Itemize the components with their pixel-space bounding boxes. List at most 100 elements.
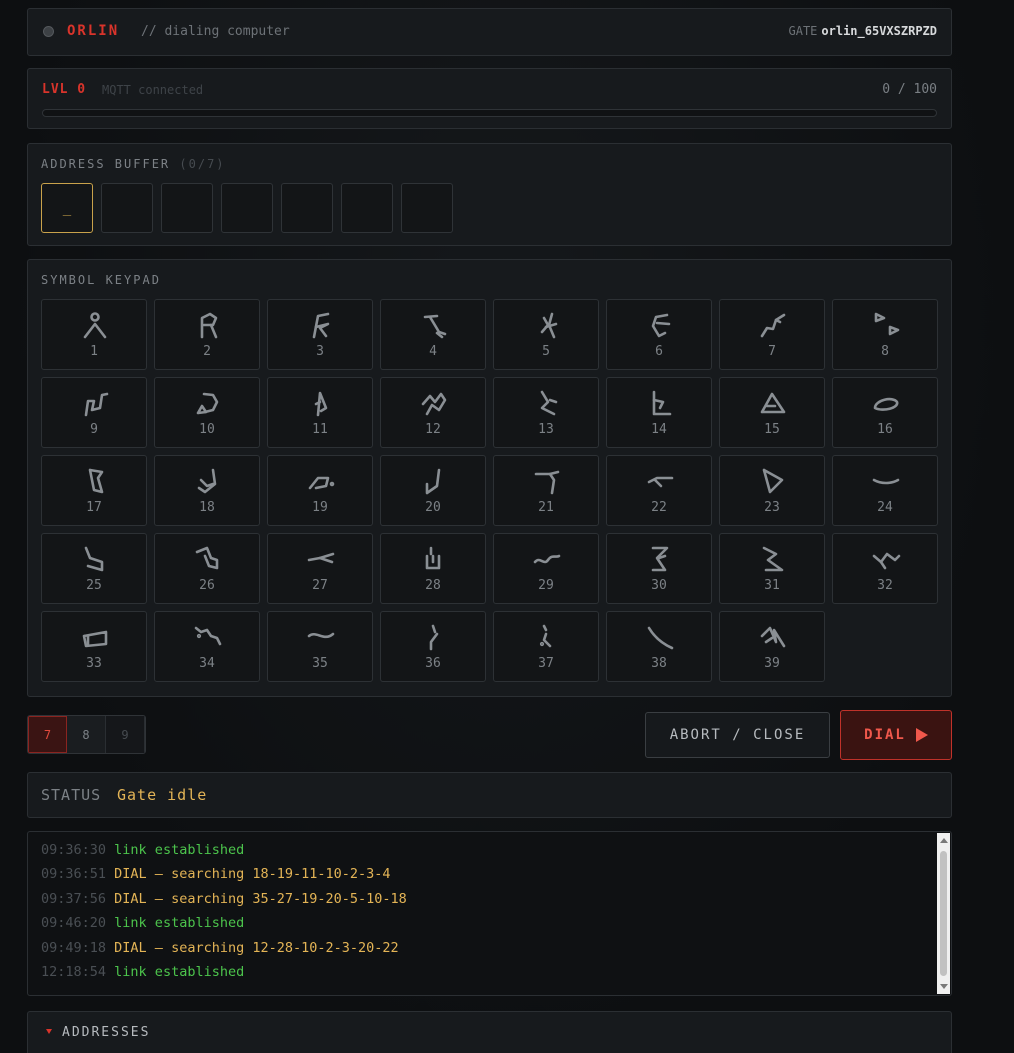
glyph-22-icon <box>647 476 674 488</box>
symbol-key-26[interactable]: 26 <box>154 533 260 604</box>
symbol-key-number: 4 <box>429 344 437 359</box>
level-label: LVL 0 <box>42 82 87 97</box>
glyph-12-icon <box>421 392 447 416</box>
address-slot[interactable]: _ <box>41 183 93 233</box>
symbol-key-1[interactable]: 1 <box>41 299 147 370</box>
status-value: Gate idle <box>117 786 208 804</box>
symbol-key-number: 17 <box>86 500 102 515</box>
glyph-17-icon <box>88 468 104 494</box>
keypad-title: SYMBOL KEYPAD <box>41 273 161 287</box>
symbol-key-17[interactable]: 17 <box>41 455 147 526</box>
symbol-key-7[interactable]: 7 <box>719 299 825 370</box>
scroll-up-icon[interactable] <box>940 838 948 843</box>
progress-text: 0 / 100 <box>882 82 937 97</box>
symbol-key-13[interactable]: 13 <box>493 377 599 448</box>
symbol-key-number: 19 <box>312 500 328 515</box>
symbol-key-5[interactable]: 5 <box>493 299 599 370</box>
symbol-key-38[interactable]: 38 <box>606 611 712 682</box>
symbol-key-22[interactable]: 22 <box>606 455 712 526</box>
addresses-section[interactable]: ADDRESSES <box>27 1011 952 1053</box>
symbol-key-36[interactable]: 36 <box>380 611 486 682</box>
symbol-key-8[interactable]: 8 <box>832 299 938 370</box>
scroll-thumb[interactable] <box>940 851 947 976</box>
glyph-38-icon <box>647 626 674 650</box>
symbol-key-32[interactable]: 32 <box>832 533 938 604</box>
abort-close-button[interactable]: ABORT / CLOSE <box>645 712 830 758</box>
symbol-key-37[interactable]: 37 <box>493 611 599 682</box>
glyph-24-icon <box>872 478 900 485</box>
symbol-key-27[interactable]: 27 <box>267 533 373 604</box>
symbol-key-29[interactable]: 29 <box>493 533 599 604</box>
address-slot[interactable] <box>161 183 213 233</box>
log-message: link established <box>114 842 245 858</box>
symbol-key-number: 32 <box>877 578 893 593</box>
symbol-key-6[interactable]: 6 <box>606 299 712 370</box>
symbol-key-16[interactable]: 16 <box>832 377 938 448</box>
symbol-key-12[interactable]: 12 <box>380 377 486 448</box>
symbol-key-23[interactable]: 23 <box>719 455 825 526</box>
address-slot[interactable] <box>101 183 153 233</box>
symbol-key-20[interactable]: 20 <box>380 455 486 526</box>
dial-button[interactable]: DIAL <box>840 710 952 760</box>
symbol-key-number: 37 <box>538 656 554 671</box>
symbol-key-number: 27 <box>312 578 328 593</box>
symbol-key-28[interactable]: 28 <box>380 533 486 604</box>
glyph-1-icon <box>83 312 107 339</box>
glyph-3-icon <box>312 312 330 339</box>
page-button-8[interactable]: 8 <box>67 716 106 753</box>
symbol-key-15[interactable]: 15 <box>719 377 825 448</box>
log-scrollbar[interactable] <box>937 833 950 994</box>
address-slot[interactable] <box>401 183 453 233</box>
symbol-key-number: 31 <box>764 578 780 593</box>
symbol-key-number: 8 <box>881 344 889 359</box>
symbol-key-number: 10 <box>199 422 215 437</box>
glyph-31-icon <box>762 546 784 572</box>
symbol-key-34[interactable]: 34 <box>154 611 260 682</box>
symbol-key-21[interactable]: 21 <box>493 455 599 526</box>
symbol-key-10[interactable]: 10 <box>154 377 260 448</box>
glyph-32-icon <box>872 552 901 570</box>
symbol-key-35[interactable]: 35 <box>267 611 373 682</box>
gate-id: orlin_65VXSZRPZD <box>821 24 937 38</box>
symbol-key-number: 3 <box>316 344 324 359</box>
symbol-key-2[interactable]: 2 <box>154 299 260 370</box>
glyph-36-icon <box>429 624 439 651</box>
page-button-7[interactable]: 7 <box>28 716 67 753</box>
symbol-key-11[interactable]: 11 <box>267 377 373 448</box>
log-entry: 09:36:51 DIAL — searching 18-19-11-10-2-… <box>41 866 407 890</box>
symbol-key-31[interactable]: 31 <box>719 533 825 604</box>
symbol-key-number: 28 <box>425 578 441 593</box>
scroll-down-icon[interactable] <box>940 984 948 989</box>
symbol-key-25[interactable]: 25 <box>41 533 147 604</box>
symbol-key-33[interactable]: 33 <box>41 611 147 682</box>
glyph-8-icon <box>874 312 900 336</box>
address-slot[interactable] <box>221 183 273 233</box>
symbol-key-4[interactable]: 4 <box>380 299 486 370</box>
symbol-key-24[interactable]: 24 <box>832 455 938 526</box>
glyph-14-icon <box>652 390 672 416</box>
address-slot[interactable] <box>281 183 333 233</box>
glyph-18-icon <box>197 468 217 494</box>
symbol-key-39[interactable]: 39 <box>719 611 825 682</box>
keypad-grid: 1 2 3 4 5 6 7 8 9 10 11 12 13 14 15 16 17 18 19 20 21 22 23 24 2… <box>41 299 938 682</box>
symbol-key-18[interactable]: 18 <box>154 455 260 526</box>
log-message: link established <box>114 915 245 932</box>
event-log[interactable]: 09:36:30 link established 09:36:51 DIAL —… <box>27 831 952 996</box>
symbol-key-3[interactable]: 3 <box>267 299 373 370</box>
symbol-key-14[interactable]: 14 <box>606 377 712 448</box>
log-entry: 09:37:56 DIAL — searching 35-27-19-20-5-… <box>41 891 407 915</box>
log-timestamp: 09:36:51 <box>41 866 107 883</box>
symbol-key-19[interactable]: 19 <box>267 455 373 526</box>
symbol-key-30[interactable]: 30 <box>606 533 712 604</box>
symbol-key-number: 21 <box>538 500 554 515</box>
glyph-15-icon <box>760 392 786 414</box>
glyph-39-icon <box>760 626 786 648</box>
glyph-4-icon <box>423 314 447 339</box>
gate-name: ORLIN <box>67 23 120 39</box>
address-slot[interactable] <box>341 183 393 233</box>
page-button-9: 9 <box>106 716 145 753</box>
symbol-key-9[interactable]: 9 <box>41 377 147 448</box>
gate-label: GATE <box>788 24 818 38</box>
symbol-key-number: 5 <box>542 344 550 359</box>
glyph-9-icon <box>84 392 109 417</box>
